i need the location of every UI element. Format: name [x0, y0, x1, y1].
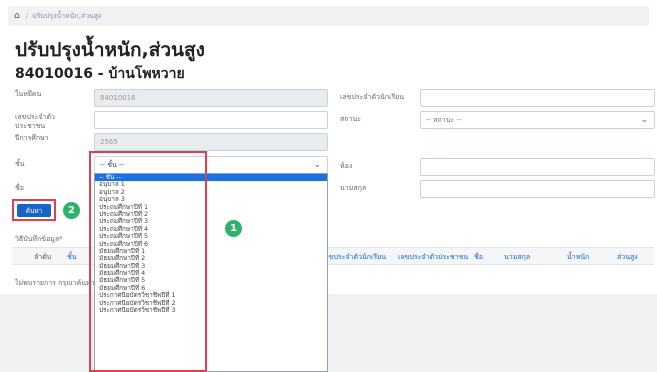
home-icon[interactable]: ⌂ — [14, 11, 20, 21]
chevron-down-icon: ⌄ — [640, 115, 648, 125]
search-button-highlight: ค้นหา — [12, 199, 56, 221]
th-height[interactable]: ส่วนสูง — [617, 252, 638, 263]
school-title: 84010016 - บ้านโพหวาย — [15, 66, 185, 82]
search-button-label: ค้นหา — [25, 207, 43, 215]
room-label: ห้อง — [340, 162, 353, 170]
dropdown-highlight — [89, 151, 207, 372]
surname-label: นามสกุล — [340, 184, 367, 192]
chevron-down-icon: ⌄ — [313, 160, 321, 170]
citizen-id-label: เลขประจำตัวประชาชน — [15, 113, 55, 130]
step-badge-2: 2 — [63, 202, 80, 219]
breadcrumb-separator: / — [25, 12, 29, 20]
empty-message: ไม่พบรายการ กรุณาค้นหา — [15, 279, 95, 287]
search-button[interactable]: ค้นหา — [17, 204, 51, 217]
breadcrumb-current: ปรับปรุงน้ำหนัก,ส่วนสูง — [32, 11, 102, 20]
th-student-no[interactable]: เลขประจำตัวนักเรียน — [322, 252, 386, 263]
th-weight[interactable]: น้ำหนัก — [567, 252, 589, 263]
th-grade[interactable]: ชั้น — [67, 252, 77, 263]
status-label: สถานะ — [340, 115, 361, 123]
academic-year-field: 2565 — [94, 133, 328, 151]
student-id-label: ในหยึดน — [15, 90, 42, 98]
breadcrumb: ⌂ / ปรับปรุงน้ำหนัก,ส่วนสูง — [8, 6, 649, 26]
grade-label: ชั้น — [15, 160, 25, 168]
th-citizen-id[interactable]: เลขประจำตัวประชาชน — [398, 252, 468, 263]
step-badge-1: 1 — [225, 220, 242, 237]
table-note: วิธีบันทึกข้อมูล* — [15, 235, 63, 243]
th-name[interactable]: ชื่อ — [474, 252, 483, 263]
student-no-input[interactable] — [420, 89, 655, 107]
room-input[interactable] — [420, 158, 655, 176]
th-order: ลำดับ — [34, 253, 52, 261]
name-label: ชื่อ — [15, 184, 24, 192]
student-id-field: 84010016 — [94, 89, 328, 107]
academic-year-label: ปีการศึกษา — [15, 134, 49, 142]
page-title: ปรับปรุงน้ำหนัก,ส่วนสูง — [15, 39, 205, 61]
th-surname[interactable]: นามสกุล — [504, 252, 530, 263]
surname-input[interactable] — [420, 180, 655, 198]
citizen-id-input[interactable] — [94, 111, 328, 129]
student-no-label: เลขประจำตัวนักเรียน — [340, 93, 405, 101]
status-select-value: -- สถานะ -- — [426, 115, 462, 124]
status-select[interactable]: -- สถานะ -- ⌄ — [420, 111, 655, 129]
